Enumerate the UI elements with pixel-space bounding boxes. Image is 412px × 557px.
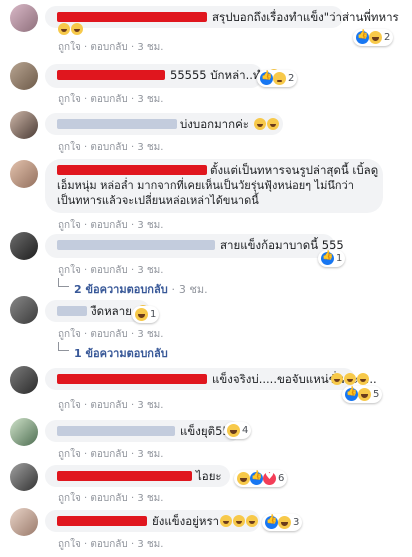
laugh-icon	[358, 388, 371, 401]
reply-arrow-icon	[58, 342, 69, 351]
comment-meta: ถูกใจ · ตอบกลับ · 3 ชม.	[58, 329, 164, 340]
laugh-icon	[237, 472, 250, 485]
avatar[interactable]	[10, 366, 38, 394]
view-replies-link[interactable]: 1 ข้อความตอบกลับ	[74, 344, 168, 362]
comment-text: บ่งบอกมากค่ะ	[180, 117, 279, 132]
comment-text: สรุปบอกถึงเรื่องทำแข็ง"ว่าส่านพี่ทหาร	[212, 10, 399, 24]
avatar[interactable]	[10, 296, 38, 324]
avatar[interactable]	[10, 62, 38, 90]
redacted-name	[57, 471, 192, 481]
like-icon	[250, 471, 263, 485]
laugh-icon	[227, 424, 240, 437]
comment-text-line: ตั้งแต่เป็นทหารจนรูปล่าสุดนี้ เบิ้ลดู	[210, 163, 379, 177]
comment-meta: ถูกใจ · ตอบกลับ · 3 ชม.	[58, 42, 164, 53]
comment-meta: ถูกใจ · ตอบกลับ · 3 ชม.	[58, 449, 164, 460]
reaction-summary[interactable]: 5	[342, 386, 383, 403]
redacted-name	[57, 306, 87, 316]
redacted-name	[57, 12, 207, 22]
redacted-name	[57, 165, 207, 175]
avatar[interactable]	[10, 508, 38, 536]
comment-meta: ถูกใจ · ตอบกลับ · 3 ชม.	[58, 539, 164, 550]
comment-meta: ถูกใจ · ตอบกลับ · 3 ชม.	[58, 94, 164, 105]
avatar[interactable]	[10, 463, 38, 491]
like-link[interactable]: ถูกใจ	[58, 42, 81, 53]
comment-text-line: เอ็มหนุ่ม หล่อล่ำ มากจากที่เคยเห็นเป็นวั…	[57, 179, 354, 192]
redacted-name	[57, 240, 215, 250]
redacted-name	[57, 119, 177, 129]
comment-text: ไอยะ	[196, 469, 222, 483]
sad-icon	[273, 72, 286, 85]
reaction-summary[interactable]: 6	[234, 470, 288, 487]
avatar[interactable]	[10, 111, 38, 139]
reaction-summary[interactable]: 2	[257, 70, 298, 87]
redacted-name	[57, 426, 175, 436]
reply-link[interactable]: ตอบกลับ	[90, 42, 127, 53]
avatar[interactable]	[10, 4, 38, 32]
comment-meta: ถูกใจ · ตอบกลับ · 3 ชม.	[58, 220, 164, 231]
comment-meta: ถูกใจ · ตอบกลับ · 3 ชม.	[58, 265, 164, 276]
laugh-icon	[135, 308, 148, 321]
like-icon	[356, 30, 369, 44]
like-icon	[345, 387, 358, 401]
comment-meta: ถูกใจ · ตอบกลับ · 3 ชม.	[58, 142, 164, 153]
reaction-summary[interactable]: 1	[132, 306, 160, 323]
comment-meta: ถูกใจ · ตอบกลับ · 3 ชม.	[58, 493, 164, 504]
reaction-summary[interactable]: 2	[353, 29, 394, 46]
inline-emoji	[330, 372, 369, 387]
avatar[interactable]	[10, 160, 38, 188]
redacted-name	[57, 516, 147, 526]
like-icon	[265, 515, 278, 529]
comment-text-line: เป็นทหารแล้วจะเปลี่ยนหล่อเหล่าได้ขนาดนี้	[57, 194, 259, 207]
inline-emoji	[57, 22, 83, 37]
avatar[interactable]	[10, 418, 38, 446]
redacted-name	[57, 374, 207, 384]
reply-arrow-icon	[58, 278, 69, 287]
redacted-name	[57, 70, 165, 80]
comment-meta: ถูกใจ · ตอบกลับ · 3 ชม.	[58, 400, 164, 411]
laugh-icon	[278, 516, 291, 529]
heart-icon	[263, 471, 276, 485]
reaction-summary[interactable]: 3	[262, 514, 303, 531]
reaction-summary[interactable]: 4	[224, 422, 252, 439]
timestamp[interactable]: 3 ชม.	[137, 42, 163, 53]
like-icon	[260, 71, 273, 85]
laugh-icon	[369, 31, 382, 44]
comment-text: ยังแข็งอยู่หรา	[152, 514, 259, 529]
view-replies-link[interactable]: 2 ข้อความตอบกลับ · 3 ชม.	[74, 280, 208, 298]
like-icon	[321, 251, 334, 265]
avatar[interactable]	[10, 232, 38, 260]
reaction-summary[interactable]: 1	[318, 250, 346, 267]
